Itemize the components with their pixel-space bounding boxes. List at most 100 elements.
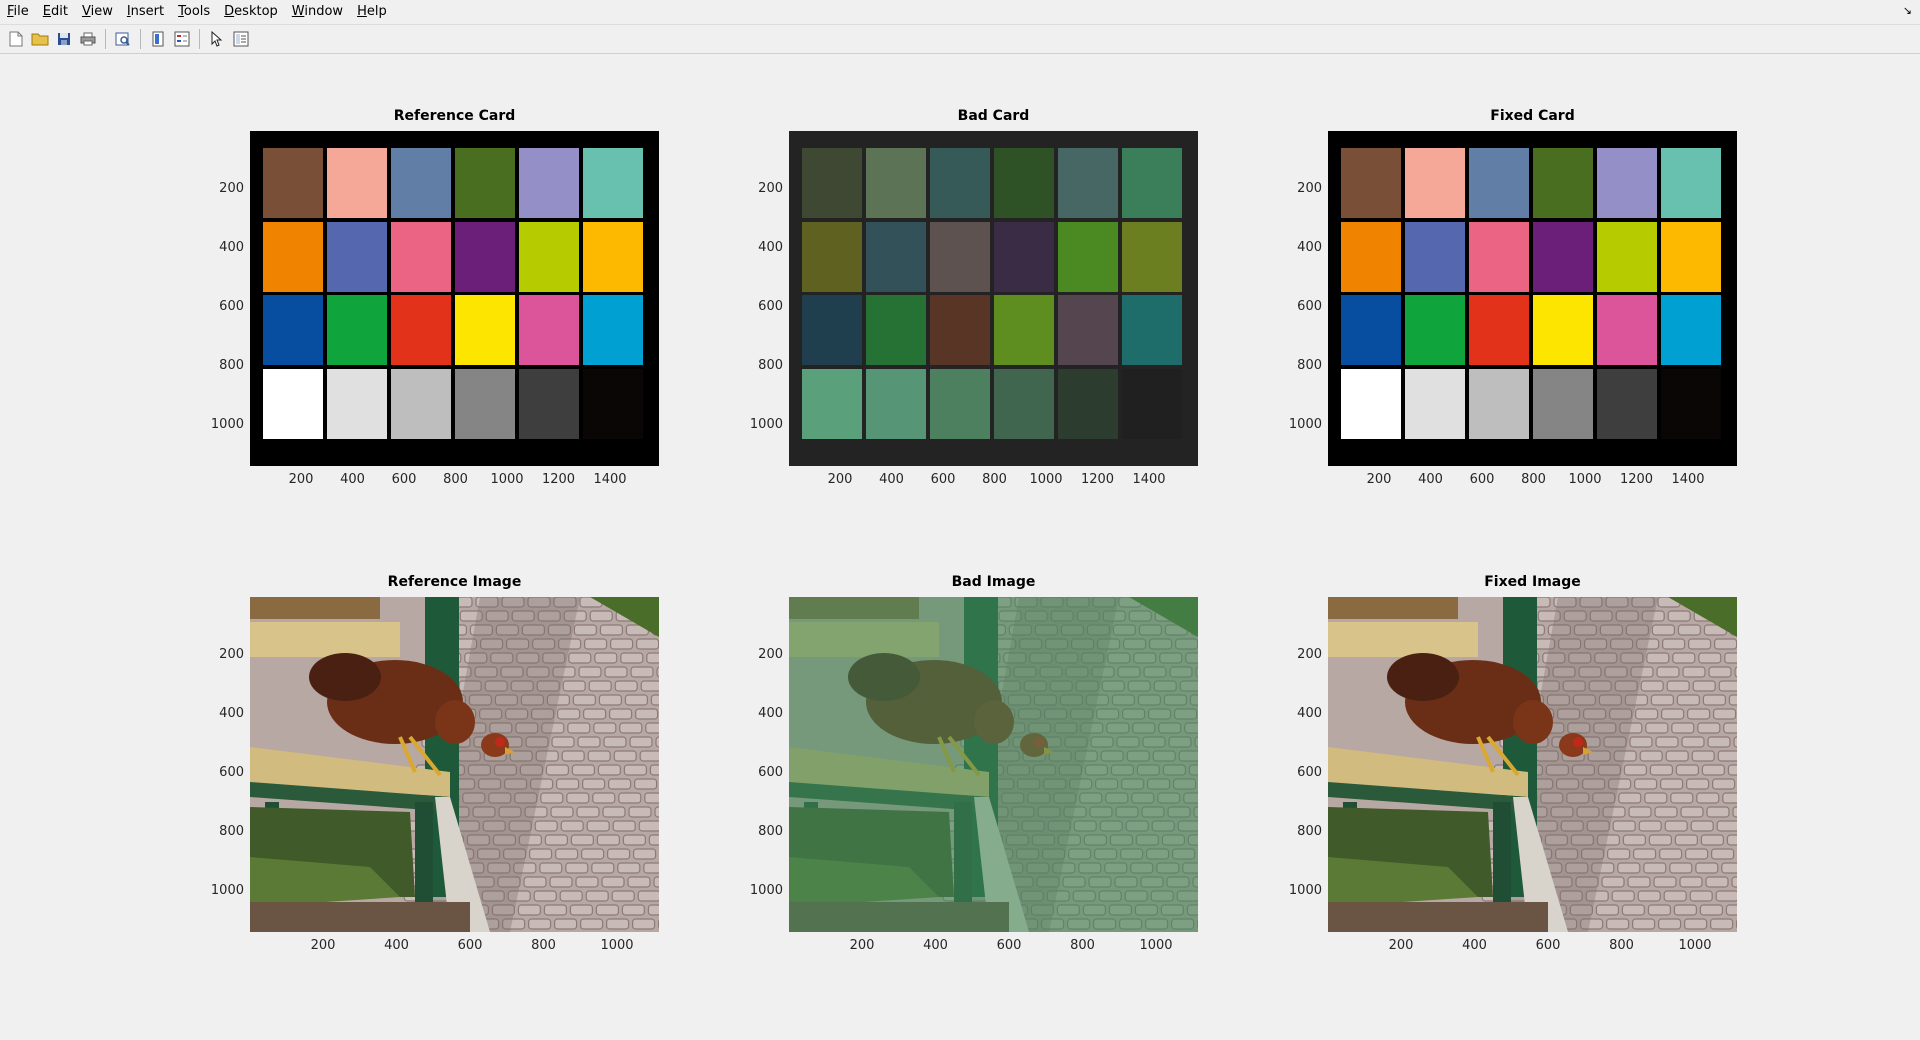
x-tick-label: 1400 (1132, 472, 1166, 487)
color-patch (1341, 221, 1401, 292)
y-tick-label: 400 (1297, 240, 1322, 255)
bad-image-axes[interactable] (789, 597, 1198, 932)
color-patch (1122, 368, 1182, 439)
color-patch (866, 221, 926, 292)
toolbar-separator (140, 29, 141, 49)
color-patch (263, 295, 323, 365)
color-patch (583, 368, 643, 439)
x-tick-label: 200 (1366, 472, 1392, 487)
pointer-icon[interactable] (207, 29, 227, 49)
color-patch (1533, 295, 1593, 365)
color-patch (1405, 368, 1465, 439)
y-tick-label: 200 (758, 647, 783, 662)
color-patch (1661, 295, 1721, 365)
x-tick-label: 800 (1521, 472, 1546, 487)
photo-scene (789, 597, 1198, 932)
y-tick-label: 1000 (1288, 417, 1322, 432)
toolbar-separator (199, 29, 200, 49)
photo-scene (250, 597, 659, 932)
color-patch (1597, 221, 1657, 292)
color-patch (1405, 221, 1465, 292)
save-icon[interactable] (54, 29, 74, 49)
color-patch (1597, 295, 1657, 365)
color-patch (263, 221, 323, 292)
y-tick-label: 400 (219, 706, 244, 721)
menu-desktop[interactable]: Desktop (217, 0, 285, 24)
menu-window[interactable]: Window (285, 0, 350, 24)
color-patch (930, 148, 990, 218)
x-tick-label: 200 (310, 938, 336, 953)
menu-tools[interactable]: Tools (171, 0, 217, 24)
y-tick-label: 200 (1297, 181, 1322, 196)
open-file-icon[interactable] (30, 29, 50, 49)
color-patch (866, 148, 926, 218)
color-patch (455, 148, 515, 218)
color-patch (455, 295, 515, 365)
y-tick-label: 800 (758, 824, 783, 839)
color-patch (1122, 221, 1182, 292)
color-patch (994, 221, 1054, 292)
color-patch (930, 295, 990, 365)
x-tick-label: 400 (1418, 472, 1443, 487)
x-tick-label: 800 (982, 472, 1007, 487)
color-patch (519, 295, 579, 365)
fixed-image-axes[interactable] (1328, 597, 1737, 932)
x-tick-label: 600 (1469, 472, 1495, 487)
color-patch (1533, 368, 1593, 439)
x-tick-label: 400 (384, 938, 409, 953)
color-patch (1661, 221, 1721, 292)
axes-title: Bad Card (957, 108, 1030, 124)
figure-canvas: Reference Card Bad Card Fixed Card Refer… (0, 56, 1920, 1040)
new-figure-icon[interactable] (6, 29, 26, 49)
x-tick-label: 400 (1462, 938, 1487, 953)
y-tick-label: 800 (1297, 358, 1322, 373)
menu-insert[interactable]: Insert (120, 0, 171, 24)
color-patch (802, 368, 862, 439)
color-patch (1533, 148, 1593, 218)
reference-image-axes[interactable] (250, 597, 659, 932)
y-tick-label: 200 (219, 181, 244, 196)
color-patch (455, 368, 515, 439)
y-tick-label: 1000 (749, 883, 783, 898)
menu-file[interactable]: File (0, 0, 36, 24)
colorbar-icon[interactable] (148, 29, 168, 49)
y-tick-label: 200 (1297, 647, 1322, 662)
color-patch (1469, 368, 1529, 439)
y-tick-label: 1000 (210, 883, 244, 898)
color-patch (519, 368, 579, 439)
color-patch (327, 221, 387, 292)
x-tick-label: 200 (288, 472, 314, 487)
menu-view[interactable]: View (75, 0, 120, 24)
print-icon[interactable] (78, 29, 98, 49)
color-patch (391, 221, 451, 292)
y-tick-label: 600 (758, 765, 783, 780)
fixed-card-axes[interactable] (1328, 131, 1737, 466)
color-patch (391, 368, 451, 439)
y-tick-label: 800 (219, 824, 244, 839)
x-tick-label: 400 (879, 472, 904, 487)
menu-edit[interactable]: Edit (36, 0, 75, 24)
menu-help[interactable]: Help (350, 0, 394, 24)
color-patch (1533, 221, 1593, 292)
color-patch (391, 148, 451, 218)
reference-card-axes[interactable] (250, 131, 659, 466)
color-patch (519, 148, 579, 218)
color-patch (994, 368, 1054, 439)
color-patch (327, 368, 387, 439)
legend-icon[interactable] (172, 29, 192, 49)
x-tick-label: 1400 (1671, 472, 1705, 487)
y-tick-label: 600 (219, 765, 244, 780)
color-patch (866, 295, 926, 365)
color-patch (263, 368, 323, 439)
bad-card-axes[interactable] (789, 131, 1198, 466)
color-patch (583, 221, 643, 292)
color-patch (802, 148, 862, 218)
x-tick-label: 1000 (600, 938, 634, 953)
y-tick-label: 400 (758, 240, 783, 255)
color-patch (1405, 295, 1465, 365)
color-patch (866, 368, 926, 439)
x-tick-label: 800 (1609, 938, 1634, 953)
print-preview-icon[interactable] (113, 29, 133, 49)
property-inspector-icon[interactable] (231, 29, 251, 49)
dock-figure-icon[interactable]: ↘ (1903, 4, 1912, 17)
